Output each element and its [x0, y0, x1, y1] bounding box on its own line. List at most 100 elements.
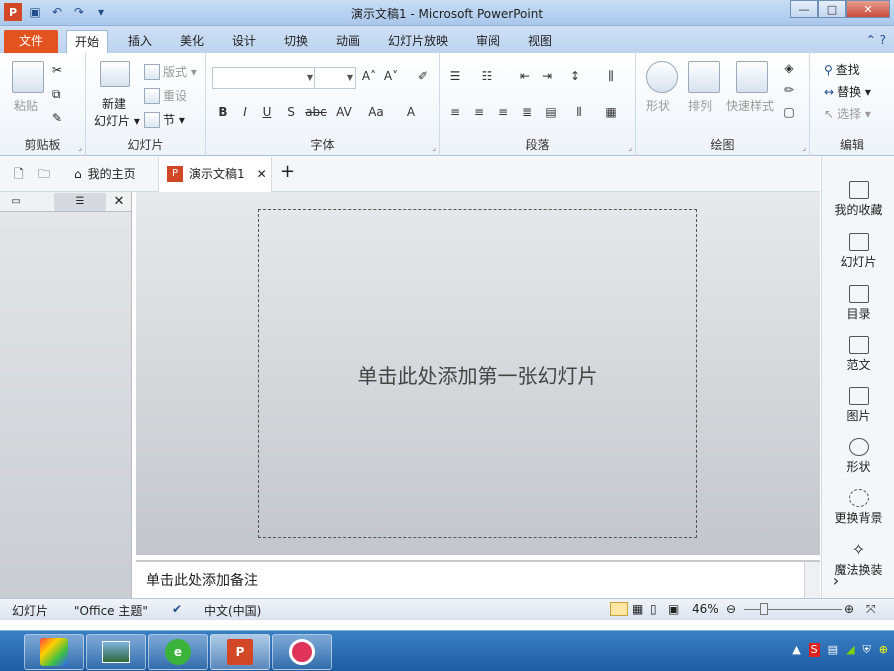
zoom-slider-thumb[interactable] [760, 603, 768, 615]
tab-file[interactable]: 文件 [4, 30, 58, 53]
zoom-level[interactable]: 46% [692, 602, 719, 616]
close-icon[interactable]: ✕ [846, 0, 890, 18]
copy-icon[interactable]: ⧉ [52, 87, 61, 102]
close-pane-icon[interactable]: ✕ [108, 193, 130, 211]
notes-pane[interactable]: 单击此处添加备注 [136, 560, 820, 600]
replace-button[interactable]: ↔ 替换 ▾ [824, 83, 871, 100]
char-spacing-icon[interactable]: AV [332, 105, 356, 119]
help-icon[interactable]: ⌃ ? [866, 33, 886, 47]
smartart-icon[interactable]: ▦ [602, 105, 620, 119]
arrange-icon[interactable] [688, 61, 720, 93]
zoom-in-icon[interactable]: ⊕ [844, 602, 854, 616]
tray-nvidia-icon[interactable]: ◢ [846, 643, 854, 657]
tray-plus-icon[interactable]: ⊕ [879, 643, 888, 657]
normal-view-icon[interactable] [610, 602, 628, 616]
tab-beautify[interactable]: 美化 [172, 30, 212, 53]
tab-view[interactable]: 视图 [520, 30, 560, 53]
align-center-icon[interactable]: ≡ [470, 105, 488, 119]
new-document-icon[interactable]: 🗋 [14, 165, 24, 186]
shrink-font-icon[interactable]: A˅ [382, 69, 400, 83]
fit-window-icon[interactable]: ⤧ [866, 602, 876, 617]
notes-scrollbar[interactable] [804, 562, 820, 600]
tray-shield-icon[interactable]: ⛨ [863, 643, 871, 657]
tab-review[interactable]: 审阅 [468, 30, 508, 53]
open-folder-icon[interactable]: 🗀 [38, 165, 50, 186]
text-direction-icon[interactable]: ⫼ [602, 69, 620, 84]
change-case-icon[interactable]: Aa [364, 105, 388, 119]
shape-outline-icon[interactable]: ✏ [780, 83, 798, 97]
justify-icon[interactable]: ≣ [518, 105, 536, 119]
italic-icon[interactable]: I [236, 105, 254, 119]
taskbar-app-camera-icon[interactable] [272, 634, 332, 670]
taskbar-app-powerpoint-icon[interactable]: P [210, 634, 270, 670]
align-left-icon[interactable]: ≡ [446, 105, 464, 119]
sidebar-item-background[interactable]: 更换背景 [822, 489, 894, 526]
select-button[interactable]: ↖ 选择 ▾ [824, 105, 871, 122]
quick-style-icon[interactable] [736, 61, 768, 93]
tray-input-icon[interactable]: S [808, 643, 820, 657]
reading-view-icon[interactable]: ▯ [650, 602, 657, 616]
zoom-out-icon[interactable]: ⊖ [726, 602, 736, 616]
new-slide-icon[interactable] [100, 61, 130, 87]
sidebar-item-toc[interactable]: 目录 [822, 285, 894, 322]
clear-format-icon[interactable]: ✐ [414, 69, 432, 83]
new-slide-label-2[interactable]: 幻灯片 ▾ [94, 112, 140, 129]
align-right-icon[interactable]: ≡ [494, 105, 512, 119]
new-slide-label-1[interactable]: 新建 [102, 95, 126, 112]
grow-font-icon[interactable]: A˄ [360, 69, 378, 83]
dialog-launcher-icon[interactable]: ⌟ [432, 143, 436, 152]
font-size-combo[interactable]: ▼ [314, 67, 356, 89]
shapes-button[interactable]: 形状 [646, 97, 670, 114]
sorter-view-icon[interactable]: ▦ [632, 602, 643, 616]
paste-button[interactable]: 粘贴 [14, 97, 38, 114]
find-button[interactable]: ⚲ 查找 [824, 61, 860, 78]
minimize-icon[interactable]: — [790, 0, 818, 18]
tab-design[interactable]: 设计 [224, 30, 264, 53]
arrange-button[interactable]: 排列 [688, 97, 712, 114]
slideshow-view-icon[interactable]: ▣ [668, 602, 679, 616]
increase-indent-icon[interactable]: ⇥ [538, 69, 556, 83]
slide-placeholder[interactable]: 单击此处添加第一张幻灯片 [258, 209, 697, 538]
strikethrough-icon[interactable]: abc [304, 105, 328, 119]
tray-expand-icon[interactable]: ▲ [792, 643, 800, 657]
shapes-icon[interactable] [646, 61, 678, 93]
document-tab[interactable]: P 演示文稿1 ✕ [158, 157, 272, 192]
taskbar-app-photos-icon[interactable] [86, 634, 146, 670]
decrease-indent-icon[interactable]: ⇤ [516, 69, 534, 83]
collapse-sidebar-icon[interactable]: › [828, 571, 844, 590]
section-button[interactable]: 节 ▾ [144, 111, 185, 128]
tray-network-icon[interactable]: ▤ [828, 643, 838, 657]
dialog-launcher-icon[interactable]: ⌟ [628, 143, 632, 152]
font-name-combo[interactable]: ▼ [212, 67, 316, 89]
bold-icon[interactable]: B [214, 105, 232, 119]
add-first-slide-text[interactable]: 单击此处添加第一张幻灯片 [259, 360, 696, 389]
close-tab-icon[interactable]: ✕ [257, 167, 267, 181]
sidebar-item-templates[interactable]: 范文 [822, 336, 894, 373]
layout-button[interactable]: 版式 ▾ [144, 63, 197, 80]
dialog-launcher-icon[interactable]: ⌟ [802, 143, 806, 152]
tab-home[interactable]: 开始 [66, 30, 109, 53]
tab-transition[interactable]: 切换 [276, 30, 316, 53]
format-painter-icon[interactable]: ✎ [52, 111, 62, 125]
font-color-icon[interactable]: A [402, 105, 420, 119]
sidebar-item-favorites[interactable]: 我的收藏 [822, 181, 894, 218]
sidebar-item-slides[interactable]: 幻灯片 [822, 233, 894, 270]
line-spacing-icon[interactable]: ↕ [566, 69, 584, 83]
sidebar-item-shapes[interactable]: 形状 [822, 438, 894, 475]
home-tab[interactable]: ⌂ 我的主页 [74, 165, 136, 182]
new-tab-icon[interactable]: + [280, 161, 295, 182]
status-language[interactable]: 中文(中国) [204, 602, 261, 619]
tab-slideshow[interactable]: 幻灯片放映 [380, 30, 456, 53]
reset-button[interactable]: 重设 [144, 87, 187, 104]
maximize-icon[interactable]: □ [818, 0, 846, 18]
distributed-icon[interactable]: ▤ [542, 105, 560, 119]
quick-style-button[interactable]: 快速样式 [726, 97, 774, 114]
tab-insert[interactable]: 插入 [120, 30, 160, 53]
taskbar-app-paint-icon[interactable] [24, 634, 84, 670]
tab-animation[interactable]: 动画 [328, 30, 368, 53]
numbering-icon[interactable]: ☷ [478, 69, 496, 83]
zoom-slider[interactable] [744, 609, 842, 610]
shape-fill-icon[interactable]: ◈ [780, 61, 798, 75]
underline-icon[interactable]: U [258, 105, 276, 119]
shape-effects-icon[interactable]: ▢ [780, 105, 798, 119]
